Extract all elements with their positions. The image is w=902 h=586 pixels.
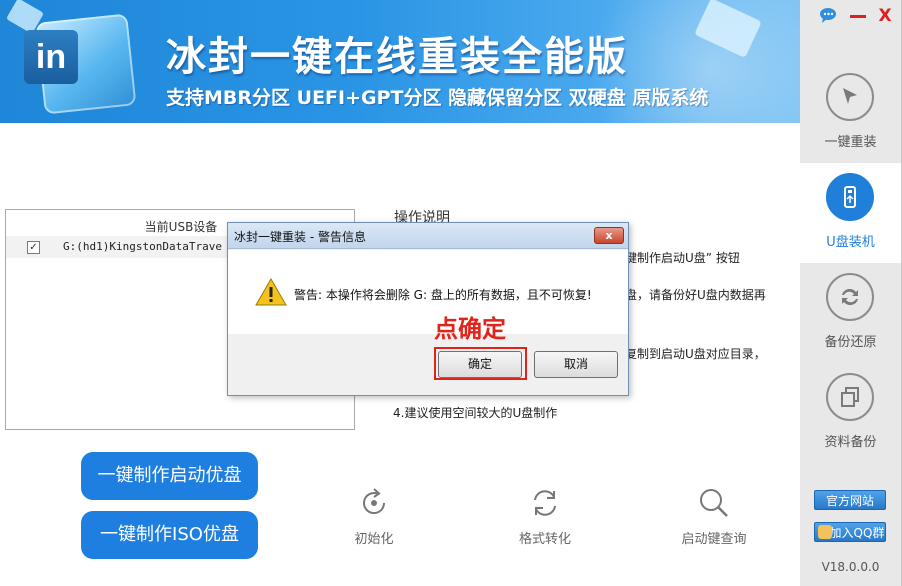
magnifier-icon [700, 489, 728, 517]
sidebar-item-label: U盘装机 [826, 235, 875, 250]
format-convert-tool[interactable]: 格式转化 [490, 486, 600, 547]
sidebar-item-usb-install[interactable]: U盘装机 [800, 163, 901, 263]
logo-mark: in [24, 30, 78, 84]
instruction-line: 键制作启动U盘” 按钮 [625, 251, 740, 265]
header-banner: in 冰封一键在线重装全能版 支持MBR分区 UEFI+GPT分区 隐藏保留分区… [0, 0, 800, 123]
instruction-line: 4.建议使用空间较大的U盘制作 [393, 406, 558, 420]
chat-icon[interactable] [818, 6, 840, 26]
sidebar-item-one-key-reinstall[interactable]: 一键重装 [800, 63, 901, 163]
sidebar-item-label: 备份还原 [824, 335, 877, 350]
dialog-titlebar: 冰封一键重装 - 警告信息 x [228, 223, 628, 249]
ice-decoration [694, 0, 762, 58]
make-iso-usb-button[interactable]: 一键制作ISO优盘 [81, 511, 258, 559]
qq-icon [818, 525, 832, 539]
dialog-message: 警告: 本操作将会删除 G: 盘上的所有数据，且不可恢复! [294, 288, 592, 302]
format-convert-label: 格式转化 [518, 532, 571, 547]
usb-device-name: G:(hd1)KingstonDataTrave [63, 240, 222, 253]
app-window: in 冰封一键在线重装全能版 支持MBR分区 UEFI+GPT分区 隐藏保留分区… [0, 0, 902, 586]
boot-key-lookup-label: 启动键查询 [681, 532, 747, 547]
window-controls: X [800, 0, 901, 34]
app-subtitle: 支持MBR分区 UEFI+GPT分区 隐藏保留分区 双硬盘 原版系统 [166, 87, 709, 109]
join-qq-group-button[interactable]: 加入QQ群 [814, 522, 886, 542]
click-ok-hint: 点确定 [434, 314, 506, 343]
sidebar: 一键重装 U盘装机 备份还原 资料备份 官方网站 加入QQ群 V18.0.0.0 [800, 0, 901, 586]
usb-device-checkbox[interactable]: ✓ [27, 241, 40, 254]
ok-button[interactable]: 确定 [438, 351, 522, 378]
usb-icon [826, 173, 874, 221]
sync-arrows-icon [826, 273, 874, 321]
join-qq-group-label: 加入QQ群 [829, 526, 885, 540]
copy-icon [826, 373, 874, 421]
sidebar-item-label: 资料备份 [824, 435, 877, 450]
version-label: V18.0.0.0 [821, 560, 880, 574]
boot-key-lookup-tool[interactable]: 启动键查询 [659, 486, 769, 547]
close-button[interactable]: X [874, 6, 896, 26]
cancel-button[interactable]: 取消 [534, 351, 618, 378]
convert-arrows-icon [534, 490, 556, 516]
instruction-line: 复制到启动U盘对应目录， [625, 347, 766, 361]
refresh-dot-icon [363, 488, 386, 515]
warning-dialog: 冰封一键重装 - 警告信息 x 警告: 本操作将会删除 G: 盘上的所有数据，且… [227, 222, 629, 396]
sidebar-item-data-backup[interactable]: 资料备份 [800, 363, 901, 463]
minimize-button[interactable] [847, 6, 869, 26]
instruction-line: 盘，请备份好U盘内数据再 [625, 288, 766, 302]
dialog-body: 警告: 本操作将会删除 G: 盘上的所有数据，且不可恢复! [228, 250, 628, 334]
initialize-label: 初始化 [354, 532, 394, 547]
sidebar-item-backup-restore[interactable]: 备份还原 [800, 263, 901, 363]
sidebar-item-label: 一键重装 [824, 135, 877, 150]
cursor-arrow-icon [826, 73, 874, 121]
make-boot-usb-button[interactable]: 一键制作启动优盘 [81, 452, 258, 500]
official-site-button[interactable]: 官方网站 [814, 490, 886, 510]
app-title: 冰封一键在线重装全能版 [166, 34, 628, 80]
initialize-tool[interactable]: 初始化 [319, 486, 429, 547]
dialog-title: 冰封一键重装 - 警告信息 [234, 230, 366, 244]
warning-icon [255, 278, 287, 306]
dialog-close-button[interactable]: x [594, 227, 624, 244]
